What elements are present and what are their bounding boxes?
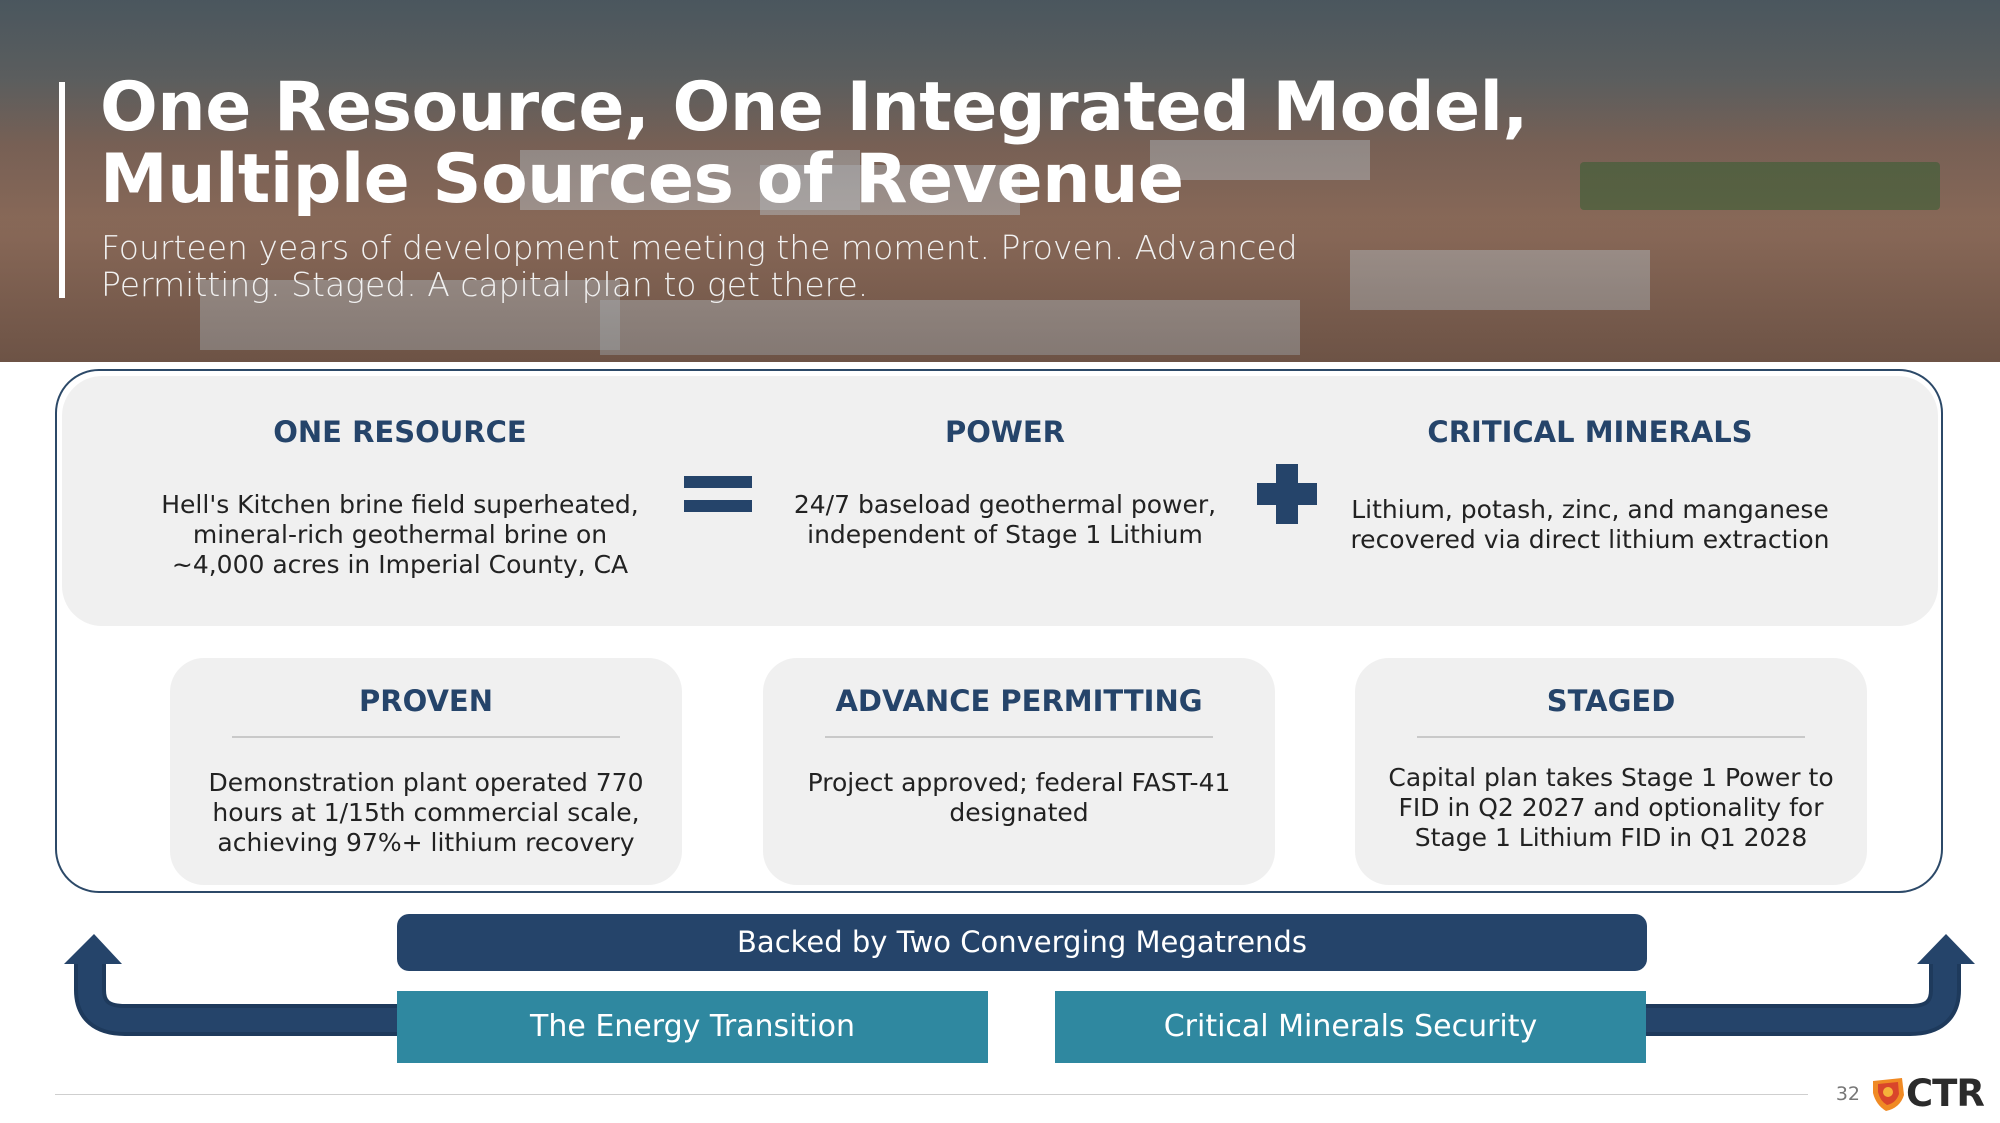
page-number: 32	[1835, 1083, 1860, 1105]
critical-minerals-text: Lithium, potash, zinc, and manganese rec…	[1350, 495, 1830, 554]
left-arrow-stroke	[78, 960, 400, 1032]
trend-energy-transition: The Energy Transition	[397, 991, 988, 1063]
card-title: PROVEN	[359, 684, 493, 718]
footer-divider	[55, 1094, 1808, 1095]
right-arrowhead-icon	[1917, 934, 1975, 964]
card-title: STAGED	[1546, 684, 1676, 718]
ctr-logo-text: CTR	[1906, 1072, 1985, 1115]
ctr-logo: CTR	[1870, 1071, 1985, 1117]
trend-critical-minerals-security: Critical Minerals Security	[1055, 991, 1646, 1063]
card-text: Demonstration plant operated 770 hours a…	[208, 768, 644, 857]
plus-icon	[1257, 464, 1317, 524]
ctr-logo-mark-icon	[1873, 1078, 1904, 1111]
hero-banner: One Resource, One Integrated Model, Mult…	[0, 0, 2000, 362]
card-divider	[1417, 736, 1805, 738]
card-proven: PROVEN Demonstration plant operated 770 …	[170, 658, 682, 885]
card-divider	[232, 736, 620, 738]
page-subtitle: Fourteen years of development meeting th…	[101, 228, 1298, 304]
page-title: One Resource, One Integrated Model, Mult…	[100, 68, 1528, 219]
resource-title: ONE RESOURCE	[273, 415, 527, 449]
card-divider	[825, 736, 1213, 738]
megatrends-banner: Backed by Two Converging Megatrends	[397, 914, 1647, 971]
equals-icon	[684, 476, 752, 514]
critical-minerals-title: CRITICAL MINERALS	[1427, 415, 1753, 449]
power-title: POWER	[944, 415, 1066, 449]
card-text: Capital plan takes Stage 1 Power to FID …	[1388, 763, 1834, 852]
card-advance-permitting: ADVANCE PERMITTING Project approved; fed…	[763, 658, 1275, 885]
title-accent-bar	[59, 82, 65, 298]
power-text: 24/7 baseload geothermal power, independ…	[793, 490, 1217, 549]
card-staged: STAGED Capital plan takes Stage 1 Power …	[1355, 658, 1867, 885]
card-text: Project approved; federal FAST-41 design…	[807, 768, 1231, 827]
resource-text: Hell's Kitchen brine field superheated, …	[161, 490, 639, 579]
card-title: ADVANCE PERMITTING	[835, 684, 1203, 718]
right-arrow-stroke	[1645, 960, 1957, 1032]
left-arrowhead-icon	[64, 934, 122, 964]
